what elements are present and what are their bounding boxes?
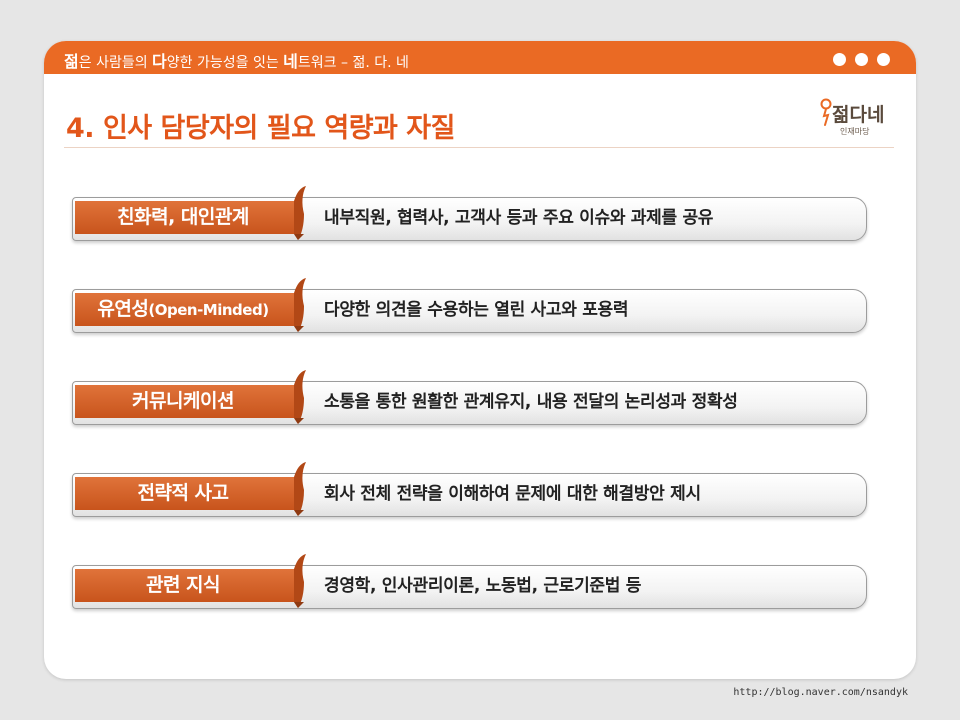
tagline-text-2: 양한 가능성을 잇는	[166, 55, 284, 71]
competency-description: 소통을 통한 원활한 관계유지, 내용 전달의 논리성과 정확성	[324, 392, 738, 412]
competency-row: 유연성(Open-Minded) 다양한 의견을 수용하는 열린 사고와 포용력	[72, 276, 867, 336]
title-divider	[64, 147, 894, 148]
competency-row: 전략적 사고 회사 전체 전략을 이해하여 문제에 대한 해결방안 제시	[72, 460, 867, 520]
label-sub: (Open-Minded)	[148, 301, 269, 319]
dot-icon	[855, 53, 868, 66]
header-bar: 젊은 사람들의 다양한 가능성을 잇는 네트워크 – 젊. 다. 네	[44, 41, 916, 74]
dot-icon	[877, 53, 890, 66]
tagline-bold-1: 젊	[64, 52, 79, 71]
competency-label: 커뮤니케이션	[132, 390, 234, 412]
competency-label: 전략적 사고	[137, 482, 229, 504]
competency-label: 유연성(Open-Minded)	[72, 292, 294, 326]
competency-description: 경영학, 인사관리이론, 노동법, 근로기준법 등	[324, 576, 642, 596]
competency-description: 내부직원, 협력사, 고객사 등과 주요 이슈와 과제를 공유	[324, 208, 714, 228]
tagline-bold-2: 다	[152, 52, 167, 71]
logo: 젊다네 인재마당	[818, 98, 898, 143]
header-tagline: 젊은 사람들의 다양한 가능성을 잇는 네트워크 – 젊. 다. 네	[64, 48, 409, 72]
competency-label: 친화력, 대인관계	[117, 206, 249, 228]
competency-row: 커뮤니케이션 소통을 통한 원활한 관계유지, 내용 전달의 논리성과 정확성	[72, 368, 867, 428]
tagline-text-3: 트워크 – 젊. 다. 네	[297, 55, 409, 71]
competency-row: 관련 지식 경영학, 인사관리이론, 노동법, 근로기준법 등	[72, 552, 867, 612]
page-title: 4. 인사 담당자의 필요 역량과 자질	[66, 113, 455, 144]
tagline-bold-3: 네	[283, 52, 298, 71]
logo-subtext: 인재마당	[840, 127, 870, 136]
dot-icon	[833, 53, 846, 66]
footer-url[interactable]: http://blog.naver.com/nsandyk	[733, 687, 908, 698]
competency-row: 친화력, 대인관계 내부직원, 협력사, 고객사 등과 주요 이슈와 과제를 공…	[72, 184, 867, 244]
logo-text: 젊다네	[832, 104, 885, 126]
competency-description: 다양한 의견을 수용하는 열린 사고와 포용력	[324, 300, 629, 320]
window-dots	[824, 51, 890, 70]
tagline-text-1: 은 사람들의	[78, 55, 153, 71]
label-main: 유연성	[97, 298, 149, 320]
competency-label: 관련 지식	[145, 574, 221, 596]
competency-description: 회사 전체 전략을 이해하여 문제에 대한 해결방안 제시	[324, 484, 701, 504]
